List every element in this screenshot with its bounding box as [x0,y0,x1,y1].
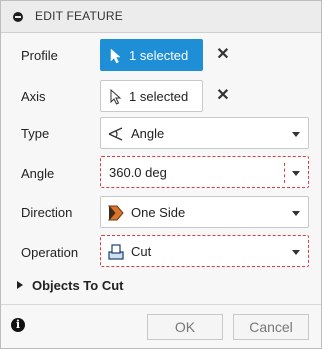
footer-divider [1,304,321,305]
profile-clear-button[interactable]: ✕ [215,47,231,63]
chevron-down-icon[interactable] [292,171,300,176]
info-icon[interactable]: i [11,318,25,332]
operation-dropdown[interactable]: Cut [100,235,309,267]
angle-divider [284,163,286,183]
section-label: Objects To Cut [32,278,124,293]
axis-select-text: 1 selected [129,89,189,104]
chevron-down-icon [292,132,300,137]
dialog-title: EDIT FEATURE [35,9,123,23]
direction-label: Direction [21,205,73,220]
cursor-arrow-icon [110,48,121,64]
expand-triangle-icon [17,281,23,289]
cursor-arrow-icon [110,89,122,105]
angle-label: Angle [21,166,55,181]
direction-value: One Side [131,205,186,220]
angle-input[interactable]: 360.0 deg [100,156,309,188]
profile-select-button[interactable]: 1 selected [100,39,203,71]
angle-icon [108,127,123,141]
operation-value: Cut [131,244,152,259]
cancel-button[interactable]: Cancel [233,314,309,340]
chevron-down-icon [292,250,300,255]
direction-icon [107,205,124,221]
edit-feature-dialog: EDIT FEATURE Profile 1 selected ✕ Axis 1… [0,0,322,349]
axis-label: Axis [21,89,46,104]
chevron-down-icon [292,211,300,216]
type-label: Type [21,126,50,141]
objects-to-cut-section[interactable]: Objects To Cut [17,278,123,293]
type-value: Angle [131,126,165,141]
type-dropdown[interactable]: Angle [100,117,309,149]
ok-button[interactable]: OK [147,314,223,340]
collapse-dot-icon[interactable] [13,12,23,22]
axis-clear-button[interactable]: ✕ [215,88,231,104]
direction-dropdown[interactable]: One Side [100,196,309,228]
angle-value: 360.0 deg [109,165,167,180]
profile-label: Profile [21,48,58,63]
profile-select-text: 1 selected [129,48,189,63]
cut-icon [108,244,124,260]
axis-select-button[interactable]: 1 selected [100,80,203,112]
dialog-header: EDIT FEATURE [1,1,321,33]
operation-label: Operation [21,245,79,260]
